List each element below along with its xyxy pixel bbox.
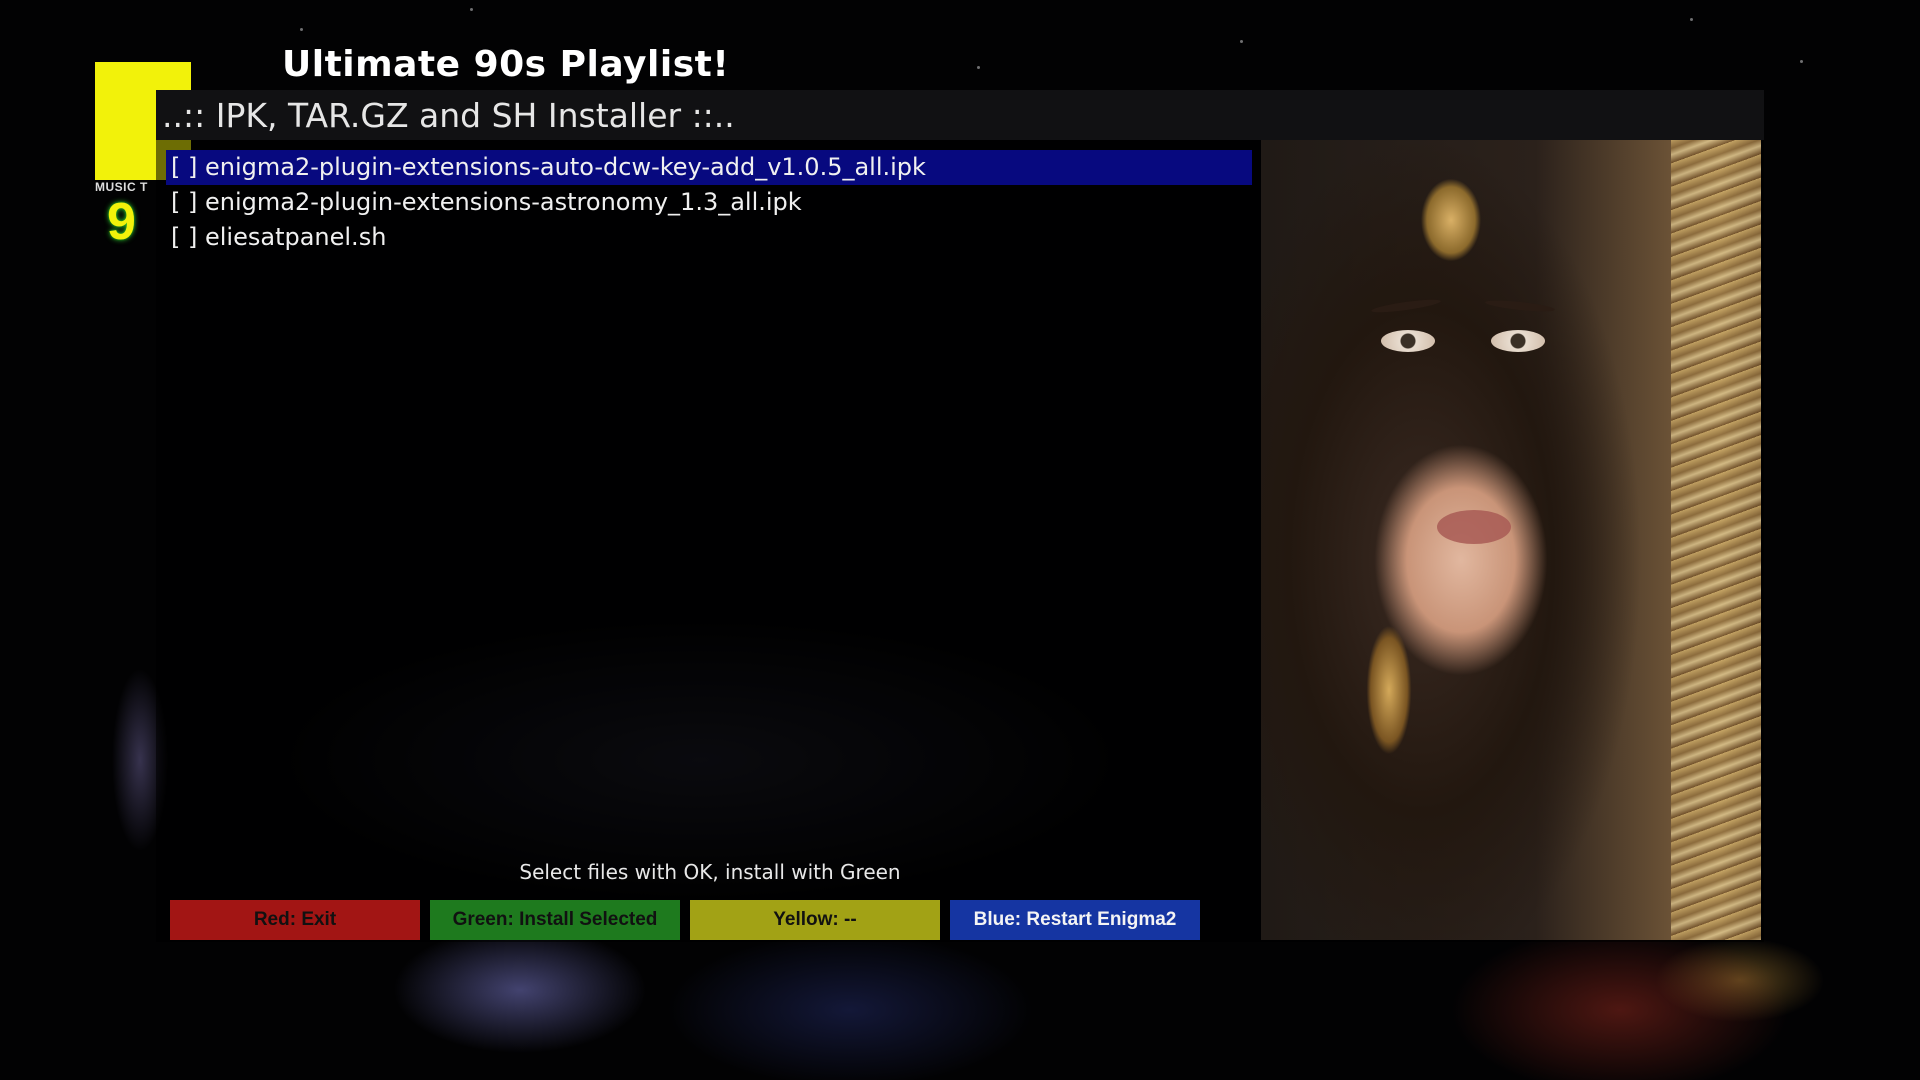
file-list: [ ] enigma2-plugin-extensions-auto-dcw-k… (166, 150, 1252, 255)
star (1690, 18, 1693, 21)
preview-brow (1370, 297, 1442, 315)
star (1800, 60, 1803, 63)
yellow-button[interactable]: Yellow: -- (690, 900, 940, 940)
preview-eye (1381, 330, 1435, 352)
preview-brow (1484, 298, 1556, 314)
installer-title: ..:: IPK, TAR.GZ and SH Installer ::.. (162, 96, 735, 135)
file-list-item[interactable]: [ ] eliesatpanel.sh (166, 220, 1252, 255)
instruction-hint: Select files with OK, install with Green (519, 860, 901, 884)
file-list-item[interactable]: [ ] enigma2-plugin-extensions-astronomy_… (166, 185, 1252, 220)
star (300, 28, 303, 31)
star (470, 8, 473, 11)
star (977, 66, 980, 69)
preview-earring (1359, 610, 1419, 790)
logo-number: 9 (107, 193, 136, 251)
preview-lips (1437, 510, 1511, 544)
preview-headpiece (1411, 140, 1491, 270)
red-exit-button[interactable]: Red: Exit (170, 900, 420, 940)
preview-veil (1671, 140, 1761, 940)
blue-restart-enigma2-button[interactable]: Blue: Restart Enigma2 (950, 900, 1200, 940)
preview-eye (1491, 330, 1545, 352)
file-list-item[interactable]: [ ] enigma2-plugin-extensions-auto-dcw-k… (166, 150, 1252, 185)
star (1240, 40, 1243, 43)
green-install-selected-button[interactable]: Green: Install Selected (430, 900, 680, 940)
preview-image (1261, 140, 1761, 940)
playlist-title: Ultimate 90s Playlist! (282, 44, 730, 85)
